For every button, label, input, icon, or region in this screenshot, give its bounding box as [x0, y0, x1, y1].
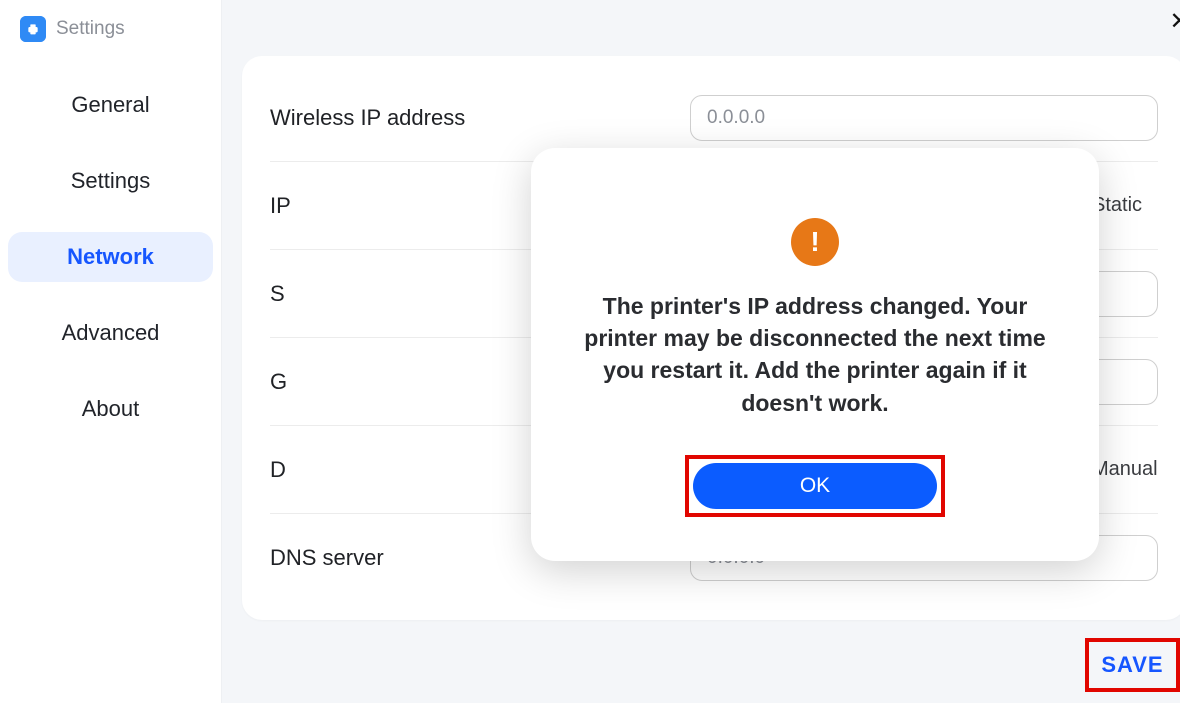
app-root: Settings General Settings Network Advanc… — [0, 0, 1180, 703]
exclamation-icon: ! — [810, 226, 819, 258]
ok-button[interactable]: OK — [693, 463, 937, 509]
close-icon: ✕ — [1170, 8, 1180, 35]
sidebar: Settings General Settings Network Advanc… — [0, 0, 222, 703]
input-wireless-ip[interactable] — [690, 95, 1158, 141]
sidebar-item-about[interactable]: About — [8, 384, 213, 434]
main-panel: ✕ Wireless IP address IP Static — [222, 0, 1180, 703]
warning-icon: ! — [791, 218, 839, 266]
close-button[interactable]: ✕ — [1170, 10, 1180, 34]
alert-modal: ! The printer's IP address changed. Your… — [531, 148, 1099, 561]
field-wireless-ip — [690, 95, 1158, 141]
save-button[interactable]: SAVE — [1089, 642, 1175, 688]
sidebar-nav: General Settings Network Advanced About — [0, 70, 221, 444]
sidebar-item-advanced[interactable]: Advanced — [8, 308, 213, 358]
ok-highlight: OK — [689, 459, 941, 513]
sidebar-item-general[interactable]: General — [8, 80, 213, 130]
save-row: SAVE — [242, 642, 1180, 688]
modal-message: The printer's IP address changed. Your p… — [567, 290, 1063, 419]
sidebar-item-settings[interactable]: Settings — [8, 156, 213, 206]
sidebar-item-network[interactable]: Network — [8, 232, 213, 282]
app-title: Settings — [56, 18, 125, 40]
app-icon — [20, 16, 46, 42]
printer-icon — [25, 21, 41, 37]
radio-label-static: Static — [1092, 194, 1142, 217]
sidebar-header: Settings — [0, 8, 221, 70]
label-wireless-ip: Wireless IP address — [270, 105, 690, 131]
radio-label-manual: Manual — [1092, 458, 1158, 481]
